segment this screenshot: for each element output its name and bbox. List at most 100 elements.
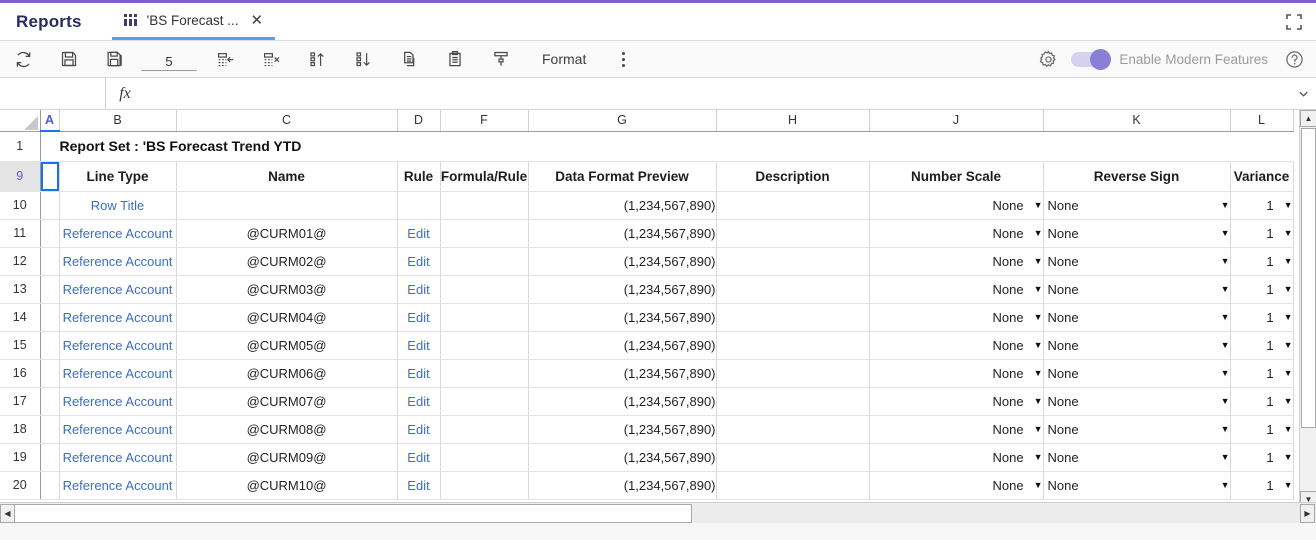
chevron-down-icon[interactable]: ▼	[1284, 256, 1292, 266]
column-header-H[interactable]: H	[716, 110, 870, 132]
cell-D9-rule-header[interactable]: Rule	[397, 161, 441, 192]
cell-number-scale[interactable]: None ▼	[869, 275, 1044, 304]
cell-formula-rule[interactable]	[440, 191, 529, 220]
spreadsheet-grid[interactable]: A B C D F G H J K L 1 Report Set : 'BS F…	[0, 110, 1316, 508]
cell-name[interactable]: @CURM01@	[176, 219, 398, 248]
cell-description[interactable]	[716, 275, 870, 304]
cell-variance[interactable]: 1 ▼	[1230, 471, 1294, 500]
cell-data-format-preview[interactable]: (1,234,567,890)	[528, 219, 717, 248]
modern-features-toggle[interactable]	[1071, 48, 1112, 70]
row-header-19[interactable]: 19	[0, 443, 41, 472]
row-header-11[interactable]: 11	[0, 219, 41, 248]
chevron-down-icon[interactable]: ▼	[1221, 284, 1229, 294]
cell-reverse-sign[interactable]: None ▼	[1043, 303, 1231, 332]
chevron-down-icon[interactable]: ▼	[1284, 424, 1292, 434]
row-header-16[interactable]: 16	[0, 359, 41, 388]
gear-icon[interactable]	[1025, 41, 1071, 77]
cell-reverse-sign[interactable]: None ▼	[1043, 191, 1231, 220]
cell-number-scale[interactable]: None ▼	[869, 471, 1044, 500]
cell-A14[interactable]	[40, 303, 60, 332]
table-row[interactable]: 12 Reference Account @CURM02@ Edit (1,234,56…	[0, 247, 1294, 276]
cell-reverse-sign[interactable]: None ▼	[1043, 247, 1231, 276]
chevron-down-icon[interactable]: ▼	[1034, 396, 1042, 406]
chevron-down-icon[interactable]: ▼	[1221, 424, 1229, 434]
paste-icon[interactable]	[432, 41, 478, 77]
cell-line-type[interactable]: Reference Account	[59, 331, 177, 360]
chevron-down-icon[interactable]: ▼	[1221, 340, 1229, 350]
cell-B1-report-set-title[interactable]: Report Set : 'BS Forecast Trend YTD	[59, 131, 1293, 162]
horizontal-scrollbar[interactable]: ◀ ▶	[0, 502, 1316, 523]
cell-formula-rule[interactable]	[440, 387, 529, 416]
cell-name[interactable]: @CURM05@	[176, 331, 398, 360]
column-header-J[interactable]: J	[869, 110, 1044, 132]
cell-number-scale[interactable]: None ▼	[869, 219, 1044, 248]
chevron-down-icon[interactable]: ▼	[1221, 200, 1229, 210]
scroll-up-icon[interactable]: ▲	[1300, 110, 1316, 127]
cell-data-format-preview[interactable]: (1,234,567,890)	[528, 275, 717, 304]
chevron-down-icon[interactable]: ▼	[1221, 368, 1229, 378]
cell-A19[interactable]	[40, 443, 60, 472]
chevron-down-icon[interactable]: ▼	[1221, 480, 1229, 490]
table-row-header-labels[interactable]: 9 Line Type Name Rule Formula/Rule Data …	[0, 161, 1294, 192]
table-row[interactable]: 20 Reference Account @CURM10@ Edit (1,234,56…	[0, 471, 1294, 500]
row-header-13[interactable]: 13	[0, 275, 41, 304]
chevron-down-icon[interactable]: ▼	[1221, 256, 1229, 266]
cell-variance[interactable]: 1 ▼	[1230, 443, 1294, 472]
cell-number-scale[interactable]: None ▼	[869, 359, 1044, 388]
row-header-17[interactable]: 17	[0, 387, 41, 416]
cell-name[interactable]: @CURM09@	[176, 443, 398, 472]
save-as-icon[interactable]	[92, 41, 138, 77]
sort-descending-icon[interactable]	[340, 41, 386, 77]
fullscreen-icon[interactable]	[1272, 3, 1316, 40]
cell-description[interactable]	[716, 191, 870, 220]
chevron-down-icon[interactable]: ▼	[1034, 452, 1042, 462]
chevron-down-icon[interactable]: ▼	[1284, 340, 1292, 350]
cell-data-format-preview[interactable]: (1,234,567,890)	[528, 443, 717, 472]
cell-line-type[interactable]: Reference Account	[59, 443, 177, 472]
cell-number-scale[interactable]: None ▼	[869, 443, 1044, 472]
cell-data-format-preview[interactable]: (1,234,567,890)	[528, 331, 717, 360]
cell-data-format-preview[interactable]: (1,234,567,890)	[528, 359, 717, 388]
table-row[interactable]: 17 Reference Account @CURM07@ Edit (1,234,56…	[0, 387, 1294, 416]
cell-A18[interactable]	[40, 415, 60, 444]
cell-rule-edit-link[interactable]: Edit	[397, 443, 441, 472]
cell-line-type[interactable]: Row Title	[59, 191, 177, 220]
cell-line-type[interactable]: Reference Account	[59, 387, 177, 416]
cell-H9-description-header[interactable]: Description	[716, 161, 870, 192]
cell-data-format-preview[interactable]: (1,234,567,890)	[528, 191, 717, 220]
cell-G9-data-format-preview-header[interactable]: Data Format Preview	[528, 161, 717, 192]
chevron-down-icon[interactable]: ▼	[1221, 396, 1229, 406]
row-header-12[interactable]: 12	[0, 247, 41, 276]
cell-variance[interactable]: 1 ▼	[1230, 275, 1294, 304]
chevron-down-icon[interactable]: ▼	[1034, 284, 1042, 294]
cell-line-type[interactable]: Reference Account	[59, 247, 177, 276]
cell-rule-edit-link[interactable]: Edit	[397, 387, 441, 416]
cell-data-format-preview[interactable]: (1,234,567,890)	[528, 247, 717, 276]
row-header-1[interactable]: 1	[0, 131, 41, 162]
cell-description[interactable]	[716, 443, 870, 472]
sort-ascending-icon[interactable]	[294, 41, 340, 77]
cell-formula-rule[interactable]	[440, 247, 529, 276]
cell-L9-variance-header[interactable]: Variance	[1230, 161, 1294, 192]
chevron-down-icon[interactable]: ▼	[1221, 312, 1229, 322]
cell-name[interactable]: @CURM10@	[176, 471, 398, 500]
table-row[interactable]: 13 Reference Account @CURM03@ Edit (1,234,56…	[0, 275, 1294, 304]
cell-name[interactable]: @CURM04@	[176, 303, 398, 332]
more-options-icon[interactable]	[604, 41, 642, 77]
cell-formula-rule[interactable]	[440, 443, 529, 472]
cell-rule-edit-link[interactable]	[397, 191, 441, 220]
column-header-G[interactable]: G	[528, 110, 717, 132]
format-painter-icon[interactable]	[478, 41, 524, 77]
cell-rule-edit-link[interactable]: Edit	[397, 219, 441, 248]
cell-name[interactable]: @CURM06@	[176, 359, 398, 388]
cell-B9-line-type-header[interactable]: Line Type	[59, 161, 177, 192]
row-header-20[interactable]: 20	[0, 471, 41, 500]
chevron-down-icon[interactable]: ▼	[1284, 284, 1292, 294]
cell-variance[interactable]: 1 ▼	[1230, 359, 1294, 388]
horizontal-scroll-thumb[interactable]	[14, 504, 692, 523]
cell-number-scale[interactable]: None ▼	[869, 387, 1044, 416]
cell-K9-reverse-sign-header[interactable]: Reverse Sign	[1043, 161, 1231, 192]
table-row[interactable]: 11 Reference Account @CURM01@ Edit (1,234,56…	[0, 219, 1294, 248]
name-box-input[interactable]	[6, 86, 99, 101]
cell-rule-edit-link[interactable]: Edit	[397, 331, 441, 360]
